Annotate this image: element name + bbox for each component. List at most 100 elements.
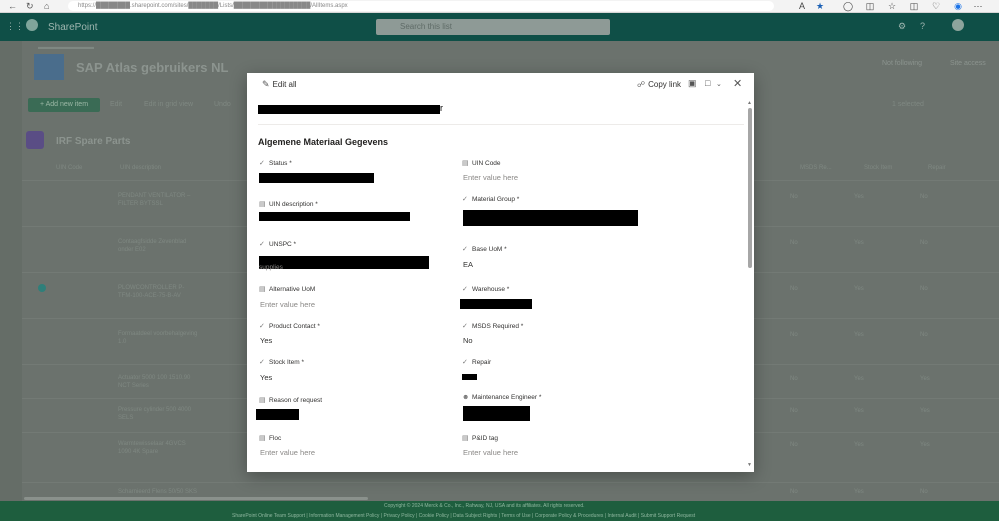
horizontal-scrollbar[interactable] [24, 497, 368, 500]
row-description[interactable]: Warmtewisselaar 4GVCS 1090 4K Spare [118, 440, 198, 456]
row-repair: No [920, 194, 928, 200]
more-icon[interactable]: ⋯ [972, 0, 984, 12]
copilot-icon[interactable]: ◉ [952, 0, 964, 12]
edit-all-button[interactable]: ✎ Edit all [262, 79, 297, 90]
undo-command[interactable]: Undo [214, 101, 231, 108]
row-msds: No [790, 240, 798, 246]
unspc-value-redacted[interactable] [259, 256, 429, 269]
base-uom-value[interactable]: EA [463, 260, 473, 269]
brand-logo-icon [26, 19, 38, 31]
new-item-button[interactable]: + Add new item [28, 98, 100, 112]
field-label-reason-of-request: ▤ Reason of request [259, 397, 323, 404]
selected-count: 1 selected [892, 101, 924, 108]
col-header-msds[interactable]: MSDS Re... [800, 165, 832, 171]
row-description[interactable]: PLOWCONTROLLER P-TFM-100-ACE-75-B-AV [118, 284, 198, 300]
row-description[interactable]: Actuator 5000 100 1510.90 NCT Series [118, 374, 198, 390]
browser-essentials-icon[interactable]: ♡ [930, 0, 942, 12]
url-text: https://████████.sharepoint.com/sites/██… [78, 3, 348, 9]
follow-button[interactable]: Not following [882, 60, 922, 67]
read-aloud-icon[interactable]: A [796, 0, 808, 12]
settings-icon[interactable]: ⚙ [898, 21, 906, 32]
help-icon[interactable]: ? [920, 21, 925, 31]
edit-command[interactable]: Edit [110, 101, 122, 108]
choice-icon: ✓ [259, 359, 265, 366]
row-stock: Yes [854, 332, 864, 338]
row-stock: Yes [854, 489, 864, 495]
list-title[interactable]: IRF Spare Parts [56, 136, 130, 147]
footer-copyright: Copyright © 2024 Merck & Co., Inc., Rahw… [384, 503, 585, 509]
field-label-product-contact: ✓ Product Contact * [259, 323, 320, 330]
col-header-uin-code[interactable]: UIN Code [56, 165, 82, 171]
share-icon[interactable]: □ [705, 78, 710, 88]
field-label-maintenance-engineer: ☻ Maintenance Engineer * [462, 394, 542, 401]
row-description[interactable]: Pressure cylinder 500 4000 SELS [118, 406, 198, 422]
home-icon[interactable]: ⌂ [44, 0, 49, 12]
row-description[interactable]: PENDANT VENTILATOR – FILTER BYTSSL [118, 192, 198, 208]
pid-tag-input[interactable]: Enter value here [463, 448, 518, 457]
material-group-value-redacted[interactable] [463, 210, 638, 226]
favorites-icon[interactable]: ☆ [886, 0, 898, 12]
footer-links[interactable]: SharePoint Online Team Support | Informa… [232, 513, 695, 519]
msds-required-value[interactable]: No [463, 336, 473, 345]
status-value-redacted[interactable] [259, 173, 374, 183]
uin-description-value-redacted[interactable] [259, 212, 410, 221]
text-field-icon: ▤ [259, 286, 266, 293]
row-repair: No [920, 286, 928, 292]
choice-icon: ✓ [259, 241, 265, 248]
text-field-icon: ▤ [462, 160, 469, 167]
scroll-up-arrow-icon[interactable]: ▲ [747, 100, 752, 106]
scroll-down-arrow-icon[interactable]: ▼ [747, 462, 752, 468]
choice-icon: ✓ [462, 196, 468, 203]
site-title[interactable]: SAP Atlas gebruikers NL [76, 60, 228, 75]
collections-icon[interactable]: ◫ [908, 0, 920, 12]
extension-icon[interactable]: ◯ [842, 0, 854, 12]
chevron-down-icon[interactable]: ⌄ [716, 80, 722, 88]
stock-item-value[interactable]: Yes [260, 373, 272, 382]
maintenance-engineer-value-redacted[interactable] [463, 406, 530, 421]
row-msds: No [790, 286, 798, 292]
repair-value-redacted[interactable] [462, 374, 477, 380]
row-description[interactable]: Formaatdeel voorbehalgeving 1.0 [118, 330, 198, 346]
row-selected-indicator[interactable] [38, 284, 46, 292]
col-header-stock-item[interactable]: Stock Item [864, 165, 892, 171]
close-icon[interactable]: ✕ [733, 77, 742, 90]
row-stock: Yes [854, 240, 864, 246]
comment-icon[interactable]: ▣ [688, 78, 697, 89]
app-launcher-icon[interactable]: ⋮⋮ [6, 21, 24, 32]
back-arrow-icon[interactable]: ← [8, 0, 17, 12]
field-label-floc: ▤ Floc [259, 435, 282, 442]
text-field-icon: ▤ [259, 397, 266, 404]
suite-bar: ⋮⋮ SharePoint Search this list ⚙ ? [0, 13, 999, 41]
row-stock: Yes [854, 286, 864, 292]
row-stock: Yes [854, 194, 864, 200]
col-header-repair[interactable]: Repair [928, 165, 946, 171]
suite-title[interactable]: SharePoint [48, 22, 97, 33]
share-button[interactable]: Site access [950, 60, 986, 67]
floc-input[interactable]: Enter value here [260, 448, 315, 457]
product-contact-value[interactable]: Yes [260, 336, 272, 345]
field-label-status: ✓ Status * [259, 160, 292, 167]
row-repair: Yes [920, 376, 930, 382]
browser-toolbar: ← ↻ ⌂ https://████████.sharepoint.com/si… [0, 0, 999, 13]
reason-of-request-value-redacted[interactable] [256, 409, 299, 420]
row-stock: Yes [854, 408, 864, 414]
panel-scroll-thumb[interactable] [748, 108, 752, 268]
split-screen-icon[interactable]: ◫ [864, 0, 876, 12]
edit-grid-command[interactable]: Edit in grid view [144, 101, 193, 108]
copy-link-button[interactable]: ☍ Copy link [637, 80, 681, 89]
row-description[interactable]: Contaagfsidde Zevenblad onder E02 [118, 238, 198, 254]
favorite-star-icon[interactable]: ★ [814, 0, 826, 12]
choice-icon: ✓ [462, 286, 468, 293]
field-label-unspc: ✓ UNSPC * [259, 241, 297, 248]
avatar[interactable] [952, 19, 964, 31]
alternative-uom-input[interactable]: Enter value here [260, 300, 315, 309]
warehouse-value-redacted[interactable] [460, 299, 532, 309]
refresh-icon[interactable]: ↻ [26, 0, 34, 12]
col-header-uin-description[interactable]: UIN description [120, 165, 161, 171]
uin-code-input[interactable]: Enter value here [463, 173, 518, 182]
row-msds: No [790, 376, 798, 382]
search-box[interactable]: Search this list [376, 19, 610, 35]
row-divider [22, 482, 999, 483]
address-bar[interactable]: https://████████.sharepoint.com/sites/██… [68, 1, 774, 11]
row-description[interactable]: Scharnieerd Flens 50/50 SKS [118, 488, 258, 496]
